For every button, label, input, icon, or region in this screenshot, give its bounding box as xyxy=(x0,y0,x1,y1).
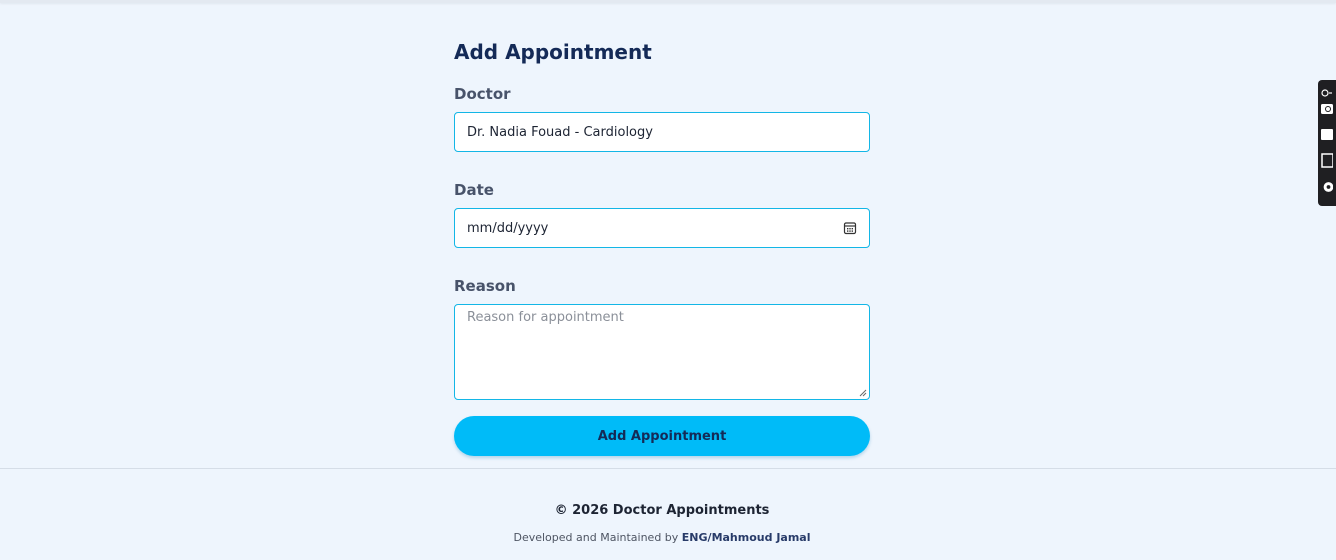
doctor-select[interactable]: Dr. Nadia Fouad - Cardiology xyxy=(454,112,870,152)
date-input-value: mm/dd/yyyy xyxy=(467,220,549,236)
doctor-select-value: Dr. Nadia Fouad - Cardiology xyxy=(467,124,653,140)
date-input[interactable]: mm/dd/yyyy xyxy=(454,208,870,248)
reason-placeholder: Reason for appointment xyxy=(467,310,624,325)
footer-author: ENG/Mahmoud Jamal xyxy=(681,531,811,544)
footer-divider xyxy=(0,468,1336,469)
header-divider xyxy=(0,0,1336,3)
footer-copyright: © 2026 Doctor Appointments xyxy=(554,503,770,518)
folder-icon[interactable] xyxy=(1321,126,1333,140)
form-title: Add Appointment xyxy=(454,40,652,64)
camera-icon[interactable] xyxy=(1321,100,1333,114)
date-label: Date xyxy=(454,181,494,199)
link-icon[interactable] xyxy=(1321,83,1333,97)
add-appointment-form: Add Appointment Doctor Dr. Nadia Fouad -… xyxy=(454,38,870,456)
add-appointment-button[interactable]: Add Appointment xyxy=(454,416,870,456)
resize-handle-icon[interactable] xyxy=(859,389,867,397)
side-toolbar-widget[interactable] xyxy=(1318,80,1336,206)
footer-developed-by: Developed and Maintained by xyxy=(513,531,679,544)
square-icon[interactable] xyxy=(1321,152,1334,168)
doctor-label: Doctor xyxy=(454,85,511,103)
page: Add Appointment Doctor Dr. Nadia Fouad -… xyxy=(0,0,1336,560)
reason-textarea[interactable]: Reason for appointment xyxy=(454,304,870,400)
calendar-icon[interactable] xyxy=(843,221,857,235)
footer-credits: Developed and Maintained by ENG/Mahmoud … xyxy=(0,531,1324,544)
reason-label: Reason xyxy=(454,277,516,295)
gear-icon[interactable] xyxy=(1321,179,1334,195)
